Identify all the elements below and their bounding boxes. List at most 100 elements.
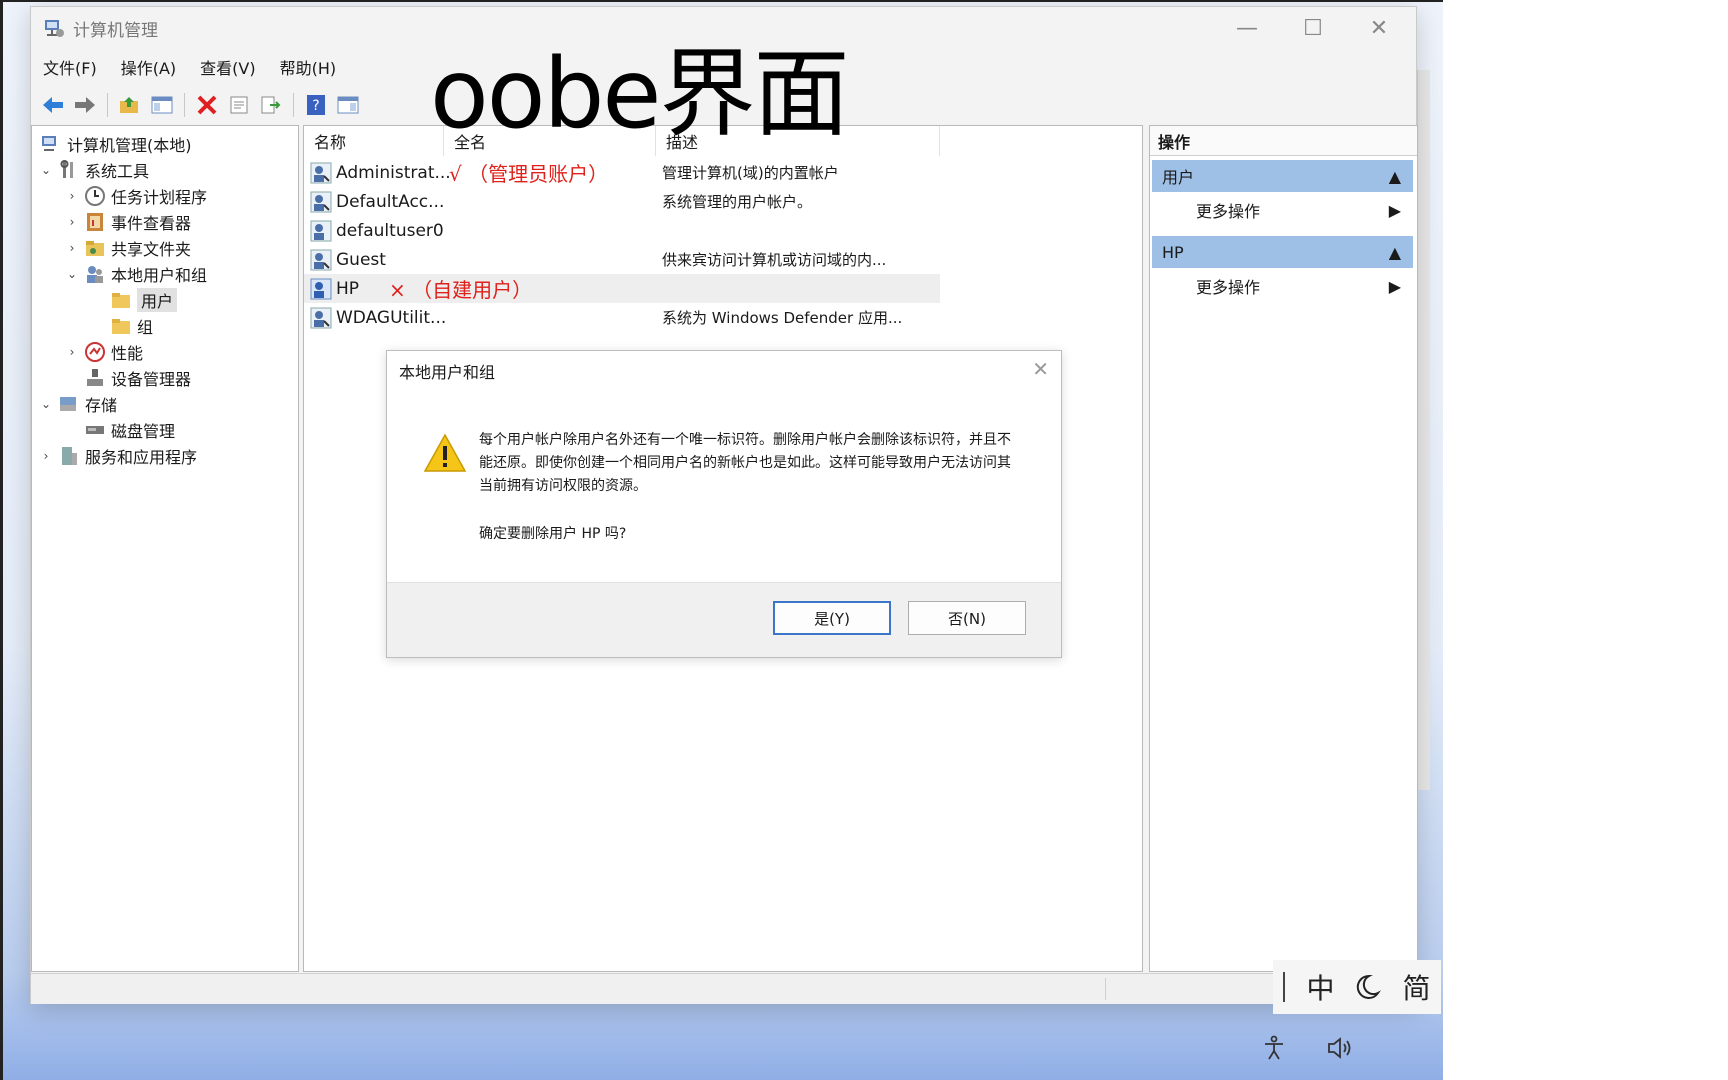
dialog-message: 每个用户帐户除用户名外还有一个唯一标识符。删除用户帐户会删除该标识符，并且不能还… bbox=[479, 432, 1011, 494]
tree-item-groups[interactable]: 组 bbox=[106, 313, 153, 339]
dialog-footer: 是(Y) 否(N) bbox=[387, 582, 1061, 657]
chevron-down-icon[interactable]: ⌄ bbox=[64, 267, 80, 281]
warning-icon bbox=[423, 433, 467, 472]
show-hide-action-pane-button[interactable] bbox=[335, 92, 361, 118]
accessibility-button[interactable] bbox=[1256, 1030, 1292, 1066]
table-row-selected[interactable]: HP × （自建用户） bbox=[304, 274, 940, 303]
chevron-right-icon[interactable]: › bbox=[64, 345, 80, 359]
table-row[interactable]: Administrat... √ （管理员账户） 管理计算机(域)的内置帐户 bbox=[304, 158, 940, 187]
user-description: 管理计算机(域)的内置帐户 bbox=[662, 164, 839, 182]
collapse-up-icon[interactable]: ▲ bbox=[1389, 167, 1401, 186]
user-icon bbox=[310, 307, 332, 328]
moon-icon[interactable] bbox=[1355, 973, 1382, 1001]
no-button[interactable]: 否(N) bbox=[908, 601, 1026, 635]
ime-chinese-mode[interactable]: 中 bbox=[1306, 967, 1334, 1007]
toolbar-separator bbox=[107, 93, 108, 117]
dialog-close-icon[interactable]: ✕ bbox=[1032, 357, 1049, 381]
tree-item-root[interactable]: 计算机管理(本地) bbox=[36, 131, 192, 157]
folder-icon bbox=[112, 293, 130, 308]
show-hide-tree-button[interactable] bbox=[149, 92, 175, 118]
chevron-right-icon[interactable]: › bbox=[64, 241, 80, 255]
dialog-title: 本地用户和组 bbox=[399, 363, 496, 382]
delete-button[interactable] bbox=[194, 92, 220, 118]
help-button[interactable]: ? bbox=[303, 92, 329, 118]
collapse-up-icon[interactable]: ▲ bbox=[1389, 243, 1401, 262]
minimize-button[interactable]: — bbox=[1232, 13, 1262, 43]
tree-label: 组 bbox=[137, 318, 154, 337]
tree-label: 共享文件夹 bbox=[111, 240, 192, 259]
tree-label: 本地用户和组 bbox=[111, 266, 208, 285]
table-row[interactable]: Guest 供来宾访问计算机或访问域的内... bbox=[304, 245, 940, 274]
menu-help[interactable]: 帮助(H) bbox=[280, 55, 337, 79]
console-tree-icon bbox=[151, 96, 173, 114]
chevron-right-icon[interactable]: › bbox=[64, 215, 80, 229]
overlay-annotation: oobe界面 bbox=[430, 38, 849, 150]
event-log-icon bbox=[87, 213, 103, 231]
table-row[interactable]: defaultuser0 bbox=[304, 216, 940, 245]
back-button[interactable] bbox=[40, 92, 66, 118]
tree-item-storage[interactable]: ⌄ 存储 bbox=[38, 391, 117, 417]
back-arrow-icon bbox=[43, 97, 63, 113]
chevron-right-icon[interactable]: › bbox=[64, 189, 80, 203]
actions-section-users[interactable]: 用户 ▲ bbox=[1152, 160, 1413, 192]
menu-file[interactable]: 文件(F) bbox=[43, 55, 97, 79]
tree-item-system-tools[interactable]: ⌄ 系统工具 bbox=[38, 157, 149, 183]
tree-item-event-viewer[interactable]: › 事件查看器 bbox=[64, 209, 191, 235]
navigation-tree[interactable]: 计算机管理(本地) ⌄ 系统工具 › 任务计划程序 › 事件查看器 › 共享文件… bbox=[31, 125, 299, 972]
computer-management-icon bbox=[45, 20, 64, 37]
column-header-name[interactable]: 名称 bbox=[304, 126, 444, 156]
user-icon bbox=[310, 220, 332, 241]
ime-handle[interactable] bbox=[1283, 972, 1286, 1002]
menu-view[interactable]: 查看(V) bbox=[200, 55, 255, 79]
chevron-down-icon[interactable]: ⌄ bbox=[38, 397, 54, 411]
tree-label: 事件查看器 bbox=[111, 214, 192, 233]
user-name: DefaultAcc... bbox=[336, 191, 445, 212]
tree-item-device-manager[interactable]: 设备管理器 bbox=[80, 365, 191, 391]
tree-item-performance[interactable]: › 性能 bbox=[64, 339, 143, 365]
tree-item-disk-management[interactable]: 磁盘管理 bbox=[80, 417, 175, 443]
tools-icon bbox=[60, 160, 73, 178]
more-actions-hp[interactable]: 更多操作 ▶ bbox=[1152, 270, 1413, 302]
forward-arrow-icon bbox=[75, 97, 95, 113]
tree-item-users[interactable]: 用户 bbox=[106, 287, 178, 313]
arrow-right-icon: ▶ bbox=[1388, 276, 1401, 296]
shared-folder-icon bbox=[86, 241, 104, 256]
action-pane-icon bbox=[337, 96, 359, 114]
services-icon bbox=[62, 447, 77, 465]
toolbar-separator bbox=[293, 93, 294, 117]
computer-management-icon bbox=[42, 136, 56, 151]
users-group-icon bbox=[87, 266, 103, 283]
tree-item-local-users-groups[interactable]: ⌄ 本地用户和组 bbox=[64, 261, 207, 287]
menu-action[interactable]: 操作(A) bbox=[121, 55, 176, 79]
maximize-button[interactable]: ☐ bbox=[1298, 13, 1328, 43]
table-row[interactable]: DefaultAcc... 系统管理的用户帐户。 bbox=[304, 187, 940, 216]
volume-icon bbox=[1328, 1037, 1351, 1059]
up-level-button[interactable] bbox=[117, 92, 143, 118]
close-button[interactable]: ✕ bbox=[1364, 13, 1394, 43]
tree-item-services-apps[interactable]: › 服务和应用程序 bbox=[38, 443, 197, 469]
export-list-button[interactable] bbox=[258, 92, 284, 118]
performance-icon bbox=[85, 342, 105, 362]
more-actions-users[interactable]: 更多操作 ▶ bbox=[1152, 194, 1413, 226]
tree-label: 存储 bbox=[85, 396, 118, 415]
dialog-body: 每个用户帐户除用户名外还有一个唯一标识符。删除用户帐户会删除该标识符，并且不能还… bbox=[387, 395, 1061, 542]
chevron-down-icon[interactable]: ⌄ bbox=[38, 163, 54, 177]
ime-toolbar: 中 简 bbox=[1273, 960, 1441, 1014]
screen-edge bbox=[0, 0, 3, 1080]
tree-item-shared-folders[interactable]: › 共享文件夹 bbox=[64, 235, 191, 261]
tree-item-task-scheduler[interactable]: › 任务计划程序 bbox=[64, 183, 207, 209]
ime-simplified-mode[interactable]: 简 bbox=[1402, 967, 1430, 1007]
actions-section-hp[interactable]: HP ▲ bbox=[1152, 236, 1413, 268]
device-manager-icon bbox=[87, 369, 103, 386]
table-row[interactable]: WDAGUtilit... 系统为 Windows Defender 应用... bbox=[304, 303, 940, 332]
chevron-right-icon[interactable]: › bbox=[38, 449, 54, 463]
tree-label: 系统工具 bbox=[85, 162, 150, 181]
user-description: 系统为 Windows Defender 应用... bbox=[662, 309, 903, 327]
yes-button[interactable]: 是(Y) bbox=[773, 601, 891, 635]
properties-button[interactable] bbox=[226, 92, 252, 118]
user-name: defaultuser0 bbox=[336, 220, 444, 241]
volume-button[interactable] bbox=[1322, 1030, 1358, 1066]
status-bar bbox=[31, 973, 1416, 1004]
background-scrollbar[interactable] bbox=[1417, 70, 1430, 790]
forward-button[interactable] bbox=[72, 92, 98, 118]
